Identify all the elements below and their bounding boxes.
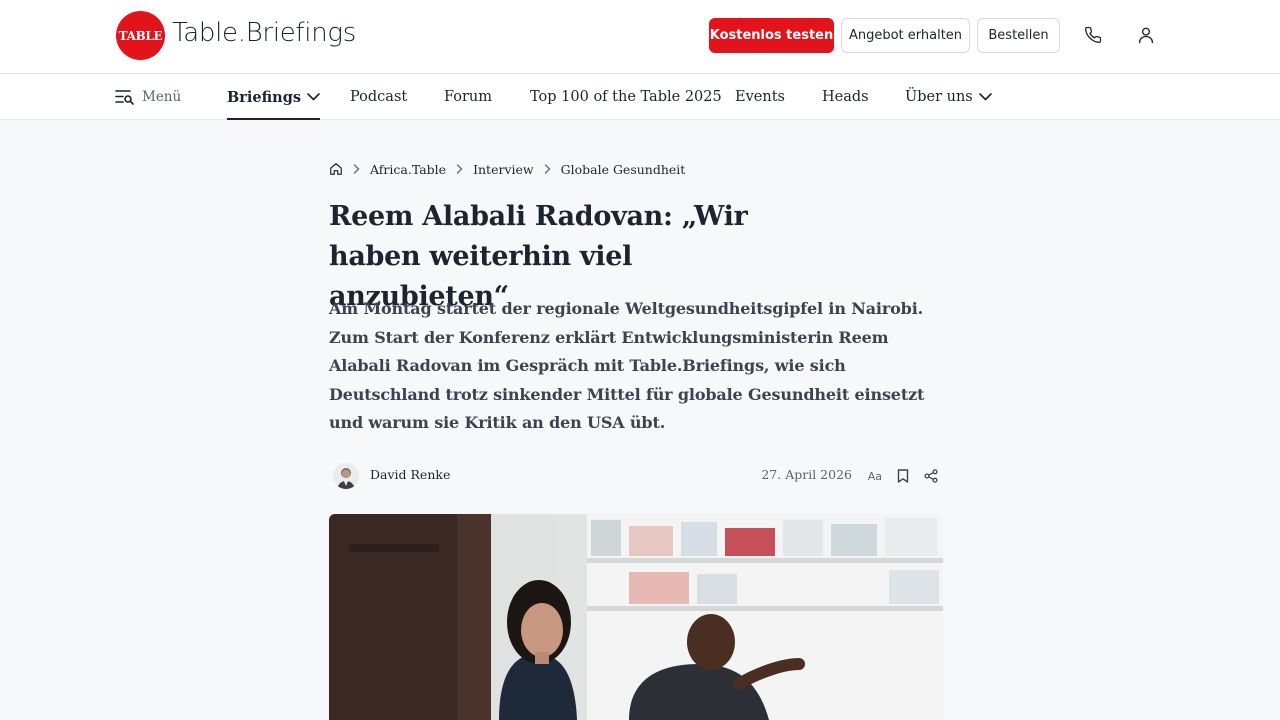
home-icon[interactable] — [329, 162, 343, 176]
menu-search-icon — [115, 90, 134, 105]
free-trial-button[interactable]: Kostenlos testen — [709, 18, 834, 53]
author-avatar[interactable] — [333, 463, 359, 489]
chevron-down-icon — [307, 93, 320, 101]
breadcrumb-item[interactable]: Africa.Table — [370, 162, 446, 177]
nav-item-about[interactable]: Über uns — [905, 74, 992, 120]
breadcrumb-item[interactable]: Globale Gesundheit — [561, 162, 686, 177]
nav-item-events[interactable]: Events — [735, 74, 785, 120]
article-meta: David Renke 27. April 2026 Aa — [329, 460, 943, 492]
breadcrumb-item[interactable]: Interview — [473, 162, 534, 177]
nav-item-top100[interactable]: Top 100 of the Table 2025 — [530, 74, 722, 120]
menu-label: Menü — [142, 89, 182, 105]
nav-item-forum[interactable]: Forum — [444, 74, 492, 120]
nav-item-briefings[interactable]: Briefings — [227, 74, 321, 120]
bookmark-icon[interactable] — [897, 468, 909, 484]
user-icon[interactable] — [1135, 24, 1157, 46]
share-icon[interactable] — [924, 468, 938, 484]
nav-item-heads[interactable]: Heads — [822, 74, 869, 120]
site-header: TABLE Table.Briefings Kostenlos testen A… — [0, 0, 1280, 74]
main-nav: Menü Briefings Podcast Forum Top 100 of … — [0, 74, 1280, 120]
chevron-right-icon — [544, 164, 551, 174]
article-lead: Am Montag startet der regionale Weltgesu… — [329, 299, 925, 432]
font-size-icon[interactable]: Aa — [868, 468, 882, 484]
menu-button[interactable]: Menü — [115, 74, 181, 120]
hero-image — [329, 514, 943, 720]
publish-date: 27. April 2026 — [761, 467, 852, 482]
chevron-right-icon — [456, 164, 463, 174]
logo-wordmark[interactable]: Table.Briefings — [172, 18, 356, 48]
phone-icon[interactable] — [1082, 24, 1104, 46]
chevron-right-icon — [353, 164, 360, 174]
order-button[interactable]: Bestellen — [977, 18, 1060, 53]
author-name[interactable]: David Renke — [370, 467, 450, 482]
chevron-down-icon — [978, 93, 992, 101]
logo-badge[interactable]: TABLE — [116, 11, 165, 60]
get-offer-button[interactable]: Angebot erhalten — [841, 18, 970, 53]
nav-item-podcast[interactable]: Podcast — [350, 74, 407, 120]
breadcrumb: Africa.Table Interview Globale Gesundhei… — [329, 160, 685, 178]
